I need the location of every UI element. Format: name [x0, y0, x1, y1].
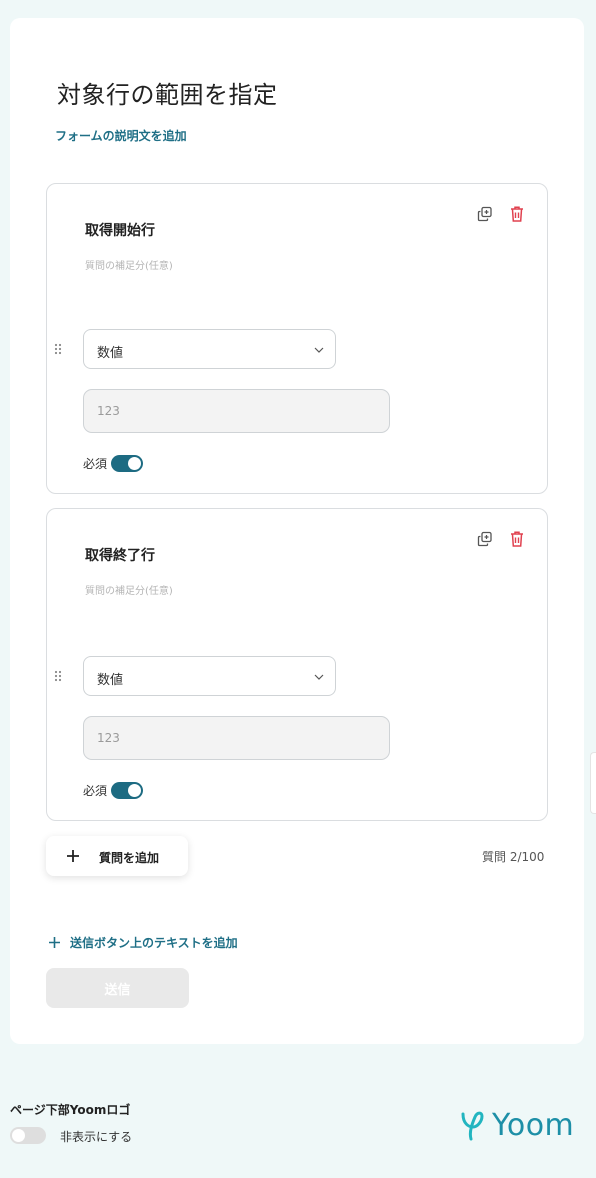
- chevron-down-icon: [314, 347, 324, 353]
- trash-icon[interactable]: [509, 205, 525, 223]
- plus-icon: [49, 937, 60, 948]
- question-type-select[interactable]: 数値: [83, 656, 336, 696]
- logo-setting-label: ページ下部Yoomロゴ: [10, 1103, 131, 1117]
- drag-handle-icon[interactable]: [53, 342, 63, 356]
- plus-icon: [67, 850, 79, 862]
- copy-icon[interactable]: [477, 206, 493, 222]
- hide-logo-toggle[interactable]: [10, 1127, 46, 1144]
- number-input[interactable]: [83, 389, 390, 433]
- toggle-knob: [128, 457, 141, 470]
- question-help-text[interactable]: 質問の補足分(任意): [85, 257, 173, 272]
- add-description-link[interactable]: フォームの説明文を追加: [55, 127, 187, 144]
- side-panel-tab[interactable]: [590, 752, 596, 814]
- question-card[interactable]: 取得終了行 質問の補足分(任意) 数値 必須: [46, 508, 548, 821]
- toggle-knob: [12, 1129, 25, 1142]
- chevron-down-icon: [314, 674, 324, 680]
- add-submit-text-label: 送信ボタン上のテキストを追加: [70, 936, 238, 950]
- question-help-text[interactable]: 質問の補足分(任意): [85, 582, 173, 597]
- required-toggle[interactable]: [111, 782, 143, 799]
- drag-handle-icon[interactable]: [53, 669, 63, 683]
- required-toggle[interactable]: [111, 455, 143, 472]
- required-label: 必須: [83, 784, 108, 798]
- question-card[interactable]: 取得開始行 質問の補足分(任意) 数値 必須: [46, 183, 548, 494]
- trash-icon[interactable]: [509, 530, 525, 548]
- question-type-value: 数値: [97, 673, 124, 688]
- toggle-knob: [128, 784, 141, 797]
- submit-button[interactable]: 送信: [46, 968, 189, 1008]
- yoom-logo: Yoom: [460, 1108, 586, 1144]
- required-label: 必須: [83, 457, 108, 471]
- add-submit-text-link[interactable]: 送信ボタン上のテキストを追加: [48, 934, 238, 951]
- question-title[interactable]: 取得終了行: [85, 545, 155, 565]
- question-type-select[interactable]: 数値: [83, 329, 336, 369]
- number-input[interactable]: [83, 716, 390, 760]
- question-title[interactable]: 取得開始行: [85, 220, 155, 240]
- yoom-wordmark: Yoom: [492, 1108, 575, 1143]
- add-question-label: 質問を追加: [99, 851, 160, 865]
- add-question-button[interactable]: 質問を追加: [46, 836, 188, 876]
- yoom-mark-icon: [461, 1111, 484, 1141]
- copy-icon[interactable]: [477, 531, 493, 547]
- form-card: 対象行の範囲を指定 フォームの説明文を追加 取得開始行 質問の補足分(任意) 数…: [10, 18, 584, 1044]
- question-count: 質問 2/100: [482, 850, 545, 864]
- question-type-value: 数値: [97, 346, 124, 361]
- form-title[interactable]: 対象行の範囲を指定: [57, 75, 278, 110]
- hide-logo-label: 非表示にする: [60, 1130, 133, 1144]
